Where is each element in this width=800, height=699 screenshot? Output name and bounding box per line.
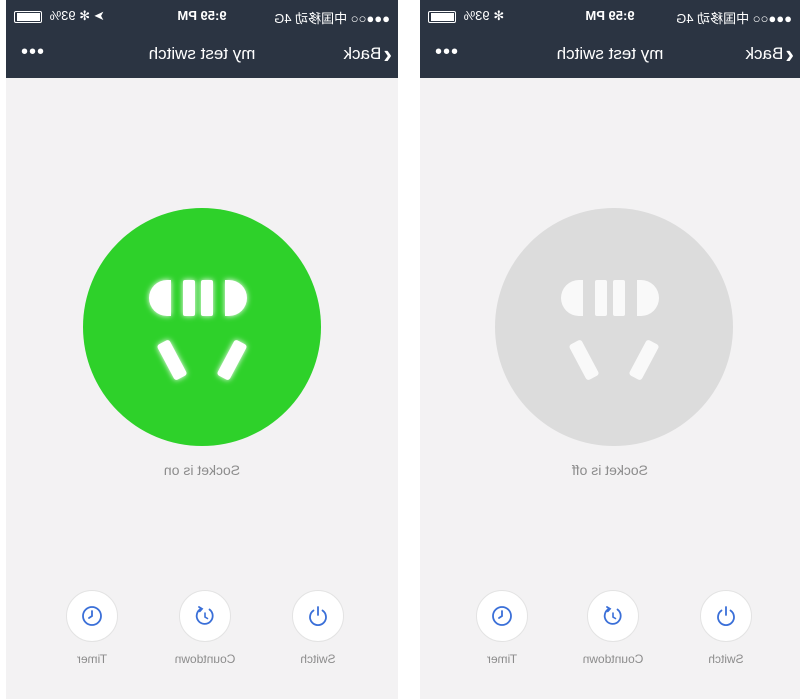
- battery-text: 93%: [49, 8, 76, 23]
- timer-label: Timer: [486, 652, 518, 666]
- switch-label: Switch: [300, 652, 336, 666]
- nav-bar: ‹ Back my test switch •••: [6, 30, 398, 78]
- countdown-button[interactable]: Countdown: [578, 590, 648, 666]
- status-bar: ●●●○○ 中国移动 4G 9:59 PM ✻ 93%: [420, 0, 800, 30]
- action-bar: Timer Countdown Switch: [6, 590, 398, 680]
- socket-icon: [561, 280, 659, 380]
- socket-icon: [149, 280, 247, 380]
- timer-label: Timer: [76, 652, 108, 666]
- battery-icon: [428, 10, 456, 23]
- timer-button[interactable]: Timer: [57, 590, 127, 666]
- page-title: my test switch: [148, 44, 256, 63]
- nav-bar: ‹ Back my test switch •••: [420, 30, 800, 78]
- more-dots-icon[interactable]: •••: [20, 30, 44, 78]
- socket-toggle-on[interactable]: [83, 208, 321, 446]
- switch-label: Switch: [708, 652, 744, 666]
- switch-button[interactable]: Switch: [691, 590, 761, 666]
- action-bar: Timer Countdown Switch: [420, 590, 800, 680]
- timer-button[interactable]: Timer: [467, 590, 537, 666]
- power-icon: [309, 606, 327, 627]
- phone-screen-off: ●●●○○ 中国移动 4G 9:59 PM ✻ 93% ‹ Back my te…: [420, 0, 800, 699]
- clock-icon: [82, 606, 102, 626]
- more-dots-icon[interactable]: •••: [434, 30, 458, 78]
- phone-screen-on: ●●●○○ 中国移动 4G 9:59 PM ➤ ✻ 93% ‹ Back my …: [6, 0, 398, 699]
- countdown-label: Countdown: [582, 652, 644, 666]
- countdown-icon: [195, 606, 214, 625]
- countdown-icon: [603, 606, 622, 625]
- location-bluetooth-icon: ➤ ✻: [79, 8, 105, 23]
- power-icon: [717, 606, 735, 627]
- status-bar: ●●●○○ 中国移动 4G 9:59 PM ➤ ✻ 93%: [6, 0, 398, 30]
- status-right: ➤ ✻ 93%: [14, 8, 105, 24]
- switch-button[interactable]: Switch: [283, 590, 353, 666]
- countdown-button[interactable]: Countdown: [170, 590, 240, 666]
- battery-text: 93%: [463, 8, 490, 23]
- socket-toggle-off[interactable]: [495, 208, 733, 446]
- socket-status-text: Socket is off: [572, 462, 649, 478]
- battery-icon: [14, 10, 42, 23]
- socket-status-text: Socket is on: [163, 462, 241, 478]
- bluetooth-icon: ✻: [493, 8, 505, 23]
- clock-icon: [492, 606, 512, 626]
- status-right: ✻ 93%: [428, 8, 504, 24]
- page-title: my test switch: [556, 44, 664, 63]
- countdown-label: Countdown: [174, 652, 236, 666]
